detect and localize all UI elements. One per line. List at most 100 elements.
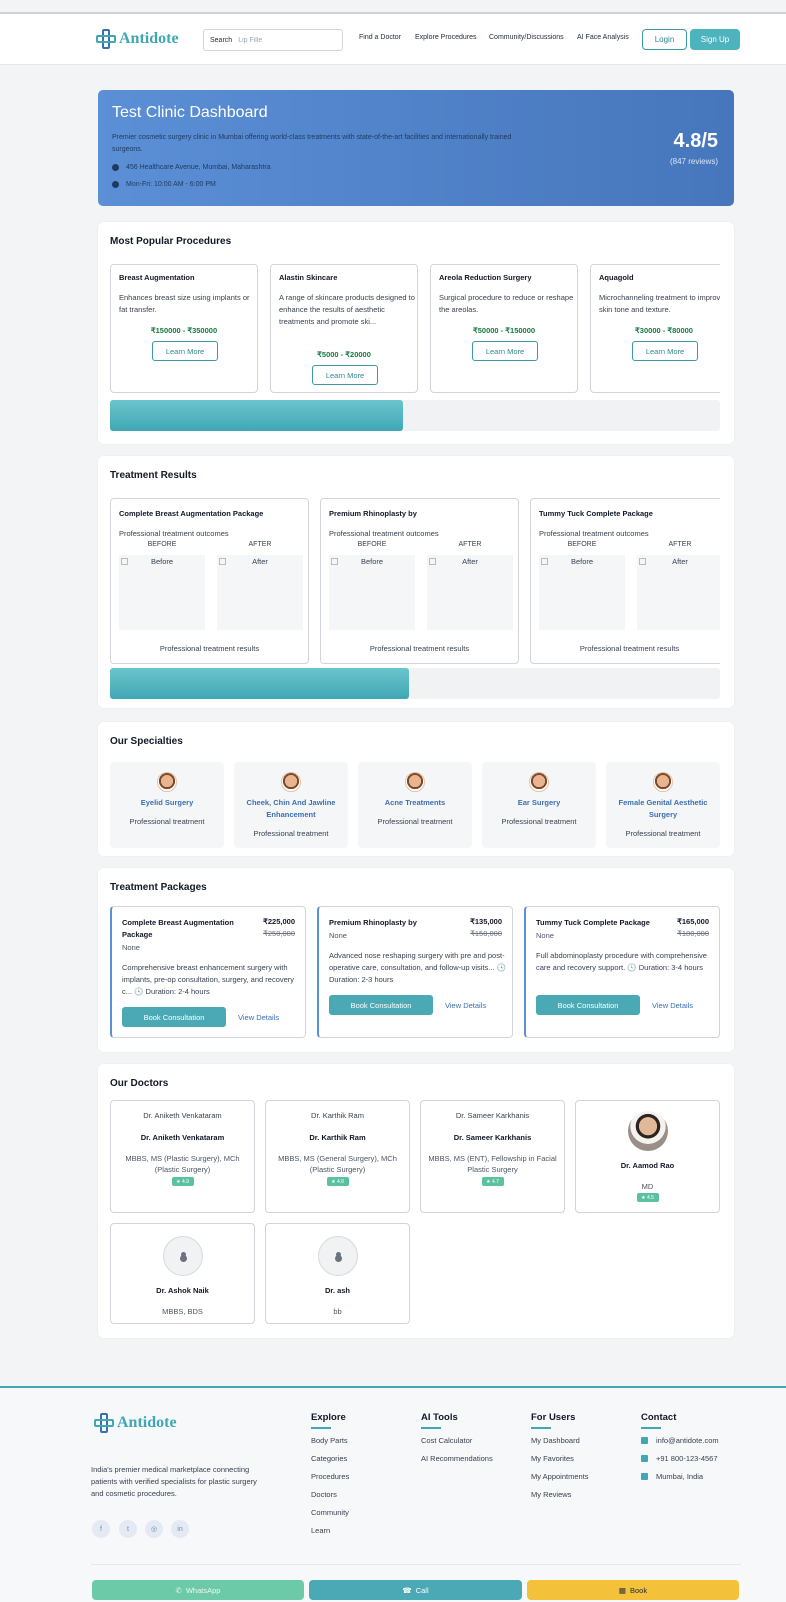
doctor-card[interactable]: Dr. ash bb [265, 1223, 410, 1324]
book-button[interactable]: ▦ Book [527, 1580, 739, 1600]
nav-ai-face-analysis[interactable]: AI Face Analysis [577, 34, 629, 41]
rating-value: 4.8/5 [673, 130, 718, 152]
result-footer: Professional treatment results [369, 644, 470, 653]
specialty-card[interactable]: Ear Surgery Professional treatment [482, 762, 596, 848]
section-title: Most Popular Procedures [110, 236, 232, 247]
doctor-card[interactable]: Dr. Ashok Naik MBBS, BDS [110, 1223, 255, 1324]
learn-more-button[interactable]: Learn More [472, 341, 538, 361]
procedure-card[interactable]: Breast Augmentation Enhances breast size… [110, 264, 258, 393]
footer-logo[interactable]: Antidote [93, 1412, 177, 1434]
package-card[interactable]: Complete Breast Augmentation Package ₹22… [110, 906, 306, 1038]
nav-explore-procedures[interactable]: Explore Procedures [415, 34, 476, 41]
book-consultation-button[interactable]: Book Consultation [329, 995, 433, 1015]
specialty-sub: Professional treatment [253, 829, 329, 838]
procedure-card[interactable]: Areola Reduction Surgery Surgical proced… [430, 264, 578, 393]
package-price: ₹135,000 [470, 917, 502, 926]
book-consultation-button[interactable]: Book Consultation [536, 995, 640, 1015]
whatsapp-button[interactable]: ✆ WhatsApp [92, 1580, 304, 1600]
learn-more-button[interactable]: Learn More [152, 341, 218, 361]
clinic-address: 456 Healthcare Avenue, Mumbai, Maharasht… [112, 164, 271, 171]
book-consultation-button[interactable]: Book Consultation [122, 1007, 226, 1027]
footer-link[interactable]: My Dashboard [531, 1435, 589, 1453]
before-image: Before [329, 555, 415, 630]
linkedin-icon[interactable]: in [171, 1520, 189, 1538]
clinic-hours: Mon-Fri: 10:00 AM - 6:00 PM [112, 181, 216, 188]
view-details-link[interactable]: View Details [445, 1001, 486, 1010]
footer-link[interactable]: Cost Calculator [421, 1435, 493, 1453]
section-title: Our Specialties [110, 736, 183, 747]
result-title: Premium Rhinoplasty by [329, 509, 417, 518]
footer-link[interactable]: Community [311, 1507, 349, 1525]
contact-email[interactable]: info@antidote.com [641, 1435, 719, 1453]
facebook-icon[interactable]: f [92, 1520, 110, 1538]
footer-link[interactable]: Learn [311, 1525, 349, 1543]
footer-link[interactable]: My Favorites [531, 1453, 589, 1471]
footer-link[interactable]: Body Parts [311, 1435, 349, 1453]
specialty-card[interactable]: Cheek, Chin And Jawline Enhancement Prof… [234, 762, 348, 848]
search-box[interactable]: Search [203, 29, 343, 51]
search-input[interactable] [238, 36, 319, 44]
specialty-card[interactable]: Acne Treatments Professional treatment [358, 762, 472, 848]
footer-link[interactable]: AI Recommendations [421, 1453, 493, 1471]
scrollbar-thumb[interactable] [110, 400, 403, 431]
package-name: Complete Breast Augmentation Package [122, 918, 234, 939]
specialty-avatar-icon [157, 772, 177, 792]
footer-col-for-users: For Users My Dashboard My Favorites My A… [531, 1412, 589, 1507]
learn-more-button[interactable]: Learn More [312, 365, 378, 385]
footer-link[interactable]: Procedures [311, 1471, 349, 1489]
site-footer: Antidote India's premier medical marketp… [0, 1386, 786, 1602]
specialty-sub: Professional treatment [501, 817, 577, 826]
call-label: Call [415, 1585, 429, 1595]
clinic-rating: 4.8/5 (847 reviews) [670, 130, 718, 166]
popular-procedures-section: Most Popular Procedures Breast Augmentat… [98, 222, 734, 444]
contact-phone[interactable]: +91 800-123-4567 [641, 1453, 719, 1471]
after-image: After [637, 555, 720, 630]
package-description: Comprehensive breast enhancement surgery… [122, 963, 295, 996]
doctor-qualification: MBBS, MS (Plastic Surgery), MCh (Plastic… [125, 1154, 240, 1174]
doctor-card[interactable]: Dr. Karthik Ram Dr. Karthik Ram MBBS, MS… [265, 1100, 410, 1213]
view-details-link[interactable]: View Details [238, 1013, 279, 1022]
doctor-card[interactable]: Dr. Aamod Rao MD ★ 4.5 [575, 1100, 720, 1213]
procedure-name: Breast Augmentation [119, 273, 195, 282]
rating-badge: ★ 4.5 [636, 1193, 659, 1202]
learn-more-button[interactable]: Learn More [632, 341, 698, 361]
whatsapp-icon: ✆ [175, 1585, 182, 1595]
nav-community[interactable]: Community/Discussions [489, 34, 564, 41]
view-details-link[interactable]: View Details [652, 1001, 693, 1010]
procedure-card[interactable]: Alastin Skincare A range of skincare pro… [270, 264, 418, 393]
package-card[interactable]: Tummy Tuck Complete Package ₹165,000 ₹18… [524, 906, 720, 1038]
result-footer: Professional treatment results [579, 644, 680, 653]
logo-text: Antidote [119, 30, 179, 47]
doctor-card[interactable]: Dr. Aniketh Venkataram Dr. Aniketh Venka… [110, 1100, 255, 1213]
footer-link[interactable]: My Appointments [531, 1471, 589, 1489]
specialty-card[interactable]: Eyelid Surgery Professional treatment [110, 762, 224, 848]
signup-button[interactable]: Sign Up [690, 29, 740, 50]
package-name: Tummy Tuck Complete Package [536, 918, 650, 927]
doctor-card[interactable]: Dr. Sameer Karkhanis Dr. Sameer Karkhani… [420, 1100, 565, 1213]
result-card[interactable]: Complete Breast Augmentation Package Pro… [110, 498, 309, 664]
doctor-qualification: MBBS, MS (General Surgery), MCh (Plastic… [278, 1154, 397, 1174]
procedure-desc: Enhances breast size using implants or f… [119, 293, 250, 314]
instagram-icon[interactable]: ◎ [145, 1520, 163, 1538]
specialty-card[interactable]: Female Genital Aesthetic Surgery Profess… [606, 762, 720, 848]
footer-link[interactable]: Doctors [311, 1489, 349, 1507]
result-card[interactable]: Premium Rhinoplasty by Professional trea… [320, 498, 519, 664]
login-button[interactable]: Login [642, 29, 687, 50]
before-image: Before [539, 555, 625, 630]
procedures-scrollbar[interactable] [110, 400, 720, 431]
package-note: None [122, 943, 140, 952]
call-button[interactable]: ☎ Call [309, 1580, 522, 1600]
package-card[interactable]: Premium Rhinoplasty by ₹135,000 ₹150,000… [317, 906, 513, 1038]
scrollbar-thumb[interactable] [110, 668, 409, 699]
nav-find-doctor[interactable]: Find a Doctor [359, 34, 401, 41]
footer-link[interactable]: Categories [311, 1453, 349, 1471]
result-card[interactable]: Tummy Tuck Complete Package Professional… [530, 498, 720, 664]
results-scrollbar[interactable] [110, 668, 720, 699]
footer-link[interactable]: My Reviews [531, 1489, 589, 1507]
twitter-icon[interactable]: t [119, 1520, 137, 1538]
footer-col-ai-tools: AI Tools Cost Calculator AI Recommendati… [421, 1412, 493, 1471]
before-label: BEFORE [357, 541, 387, 548]
logo[interactable]: Antidote [95, 28, 179, 50]
package-note: None [329, 931, 347, 940]
procedure-card[interactable]: Aquagold Microchanneling treatment to im… [590, 264, 720, 393]
